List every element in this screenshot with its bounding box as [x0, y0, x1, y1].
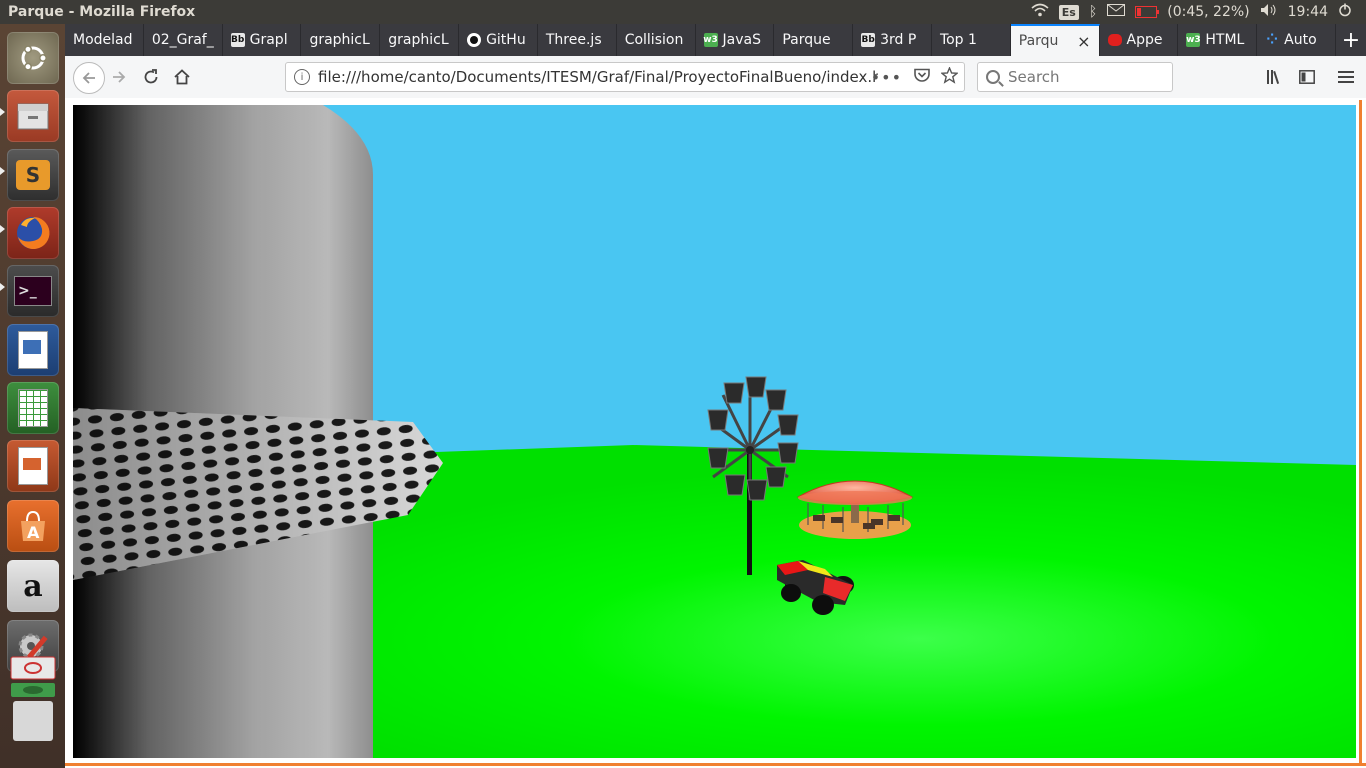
trash-icon[interactable] [7, 656, 59, 741]
tab[interactable]: graphicL [380, 24, 460, 56]
indicator-area: Es ᛒ (0:45, 22%) 19:44 [1031, 3, 1352, 21]
tab-label: 02_Graf_ [151, 32, 214, 48]
search-bar[interactable]: Search [977, 62, 1173, 92]
address-bar[interactable]: i file:///home/canto/Documents/ITESM/Gra… [285, 62, 965, 92]
ubuntu-dash-icon[interactable] [7, 32, 59, 84]
navigation-toolbar: i file:///home/canto/Documents/ITESM/Gra… [65, 56, 1366, 99]
svg-text:A: A [27, 523, 40, 542]
forward-button[interactable] [107, 65, 131, 89]
window-edge-right [1359, 100, 1362, 764]
tab-label: Appe [1126, 32, 1163, 48]
tab[interactable]: w3 JavaS [696, 24, 775, 56]
search-icon [986, 70, 1000, 84]
clock[interactable]: 19:44 [1288, 4, 1328, 20]
firefox-icon[interactable] [7, 207, 59, 259]
keyboard-layout-indicator[interactable]: Es [1058, 4, 1079, 20]
tab-active[interactable]: Parqu × [1010, 24, 1100, 56]
bookmark-star-icon[interactable] [940, 65, 959, 88]
sublime-text-icon[interactable]: S [7, 149, 59, 201]
github-favicon-icon [467, 33, 482, 47]
files-icon[interactable] [7, 90, 59, 142]
tab-label: Collision [624, 32, 684, 48]
dots-favicon-icon: ⁘ [1266, 32, 1279, 48]
window-edge-bottom [65, 763, 1366, 766]
tab-label: Grapl [249, 32, 288, 48]
tab-label: Parqu [1018, 33, 1059, 49]
close-tab-icon[interactable]: × [1077, 32, 1090, 51]
site-info-icon[interactable]: i [294, 69, 310, 85]
window-title: Parque - Mozilla Firefox [8, 4, 196, 20]
tab-label: Auto [1284, 32, 1317, 48]
tab-label: JavaS [722, 32, 761, 48]
impress-icon[interactable] [7, 440, 59, 492]
tab-label: HTML [1205, 32, 1245, 48]
tab[interactable]: Top 1 [932, 24, 1011, 56]
w3schools-favicon-icon: w3 [703, 33, 718, 47]
library-icon[interactable] [1263, 65, 1287, 89]
reload-button[interactable] [139, 65, 163, 89]
new-tab-button[interactable]: + [1336, 24, 1366, 56]
tab[interactable]: Parque [774, 24, 854, 56]
launcher: S >_ A a [0, 24, 65, 768]
tab[interactable]: Bb 3rd P [853, 24, 932, 56]
battery-icon[interactable] [1135, 6, 1160, 18]
wifi-icon[interactable] [1031, 3, 1049, 21]
oracle-favicon-icon [1107, 33, 1122, 47]
tab[interactable]: w3 HTML [1178, 24, 1258, 56]
tab-label: 3rd P [880, 32, 917, 48]
top-panel: Parque - Mozilla Firefox Es ᛒ (0:45, 22%… [0, 0, 1366, 24]
software-center-icon[interactable]: A [7, 500, 59, 552]
tab-label: Modelad [73, 32, 133, 48]
url-text[interactable]: file:///home/canto/Documents/ITESM/Graf/… [318, 68, 878, 86]
tab[interactable]: 02_Graf_ [144, 24, 223, 56]
home-button[interactable] [170, 65, 194, 89]
writer-icon[interactable] [7, 324, 59, 376]
tab[interactable]: Appe [1100, 24, 1179, 56]
pocket-icon[interactable] [914, 68, 930, 87]
tab-strip: Modelad 02_Graf_ Bb Grapl graphicL graphicL Gi… [65, 24, 1366, 56]
tab-label: GitHu [486, 32, 526, 48]
blackboard-favicon-icon: Bb [230, 33, 245, 47]
tab-label: graphicL [309, 32, 370, 48]
tab-label: Top 1 [939, 32, 977, 48]
tab-label: Parque [782, 32, 831, 48]
tab[interactable]: Modelad [65, 24, 144, 56]
threejs-scene-canvas[interactable] [73, 105, 1356, 758]
tab[interactable]: Collision [617, 24, 696, 56]
mail-icon[interactable] [1107, 4, 1126, 20]
search-placeholder: Search [1008, 68, 1060, 86]
tab-label: graphicL [388, 32, 449, 48]
tab[interactable]: GitHu [459, 24, 538, 56]
tab[interactable]: ⁘ Auto [1257, 24, 1336, 56]
menu-icon[interactable] [1334, 65, 1358, 89]
tab-label: Three.js [545, 32, 602, 48]
w3schools-favicon-icon: w3 [1186, 33, 1201, 47]
tab[interactable]: Three.js [538, 24, 617, 56]
tab[interactable]: graphicL [301, 24, 381, 56]
back-button[interactable] [73, 62, 105, 94]
tab[interactable]: Bb Grapl [223, 24, 302, 56]
bluetooth-icon[interactable]: ᛒ [1089, 4, 1097, 20]
page-actions-icon[interactable]: ••• [871, 68, 902, 87]
battery-status[interactable]: (0:45, 22%) [1167, 4, 1249, 20]
calc-icon[interactable] [7, 382, 59, 434]
amazon-icon[interactable]: a [7, 560, 59, 612]
blackboard-favicon-icon: Bb [861, 33, 876, 47]
volume-icon[interactable] [1260, 3, 1278, 21]
sidebar-icon[interactable] [1295, 65, 1319, 89]
page-content [65, 98, 1366, 768]
power-icon[interactable] [1338, 3, 1352, 21]
terminal-icon[interactable]: >_ [7, 265, 59, 317]
